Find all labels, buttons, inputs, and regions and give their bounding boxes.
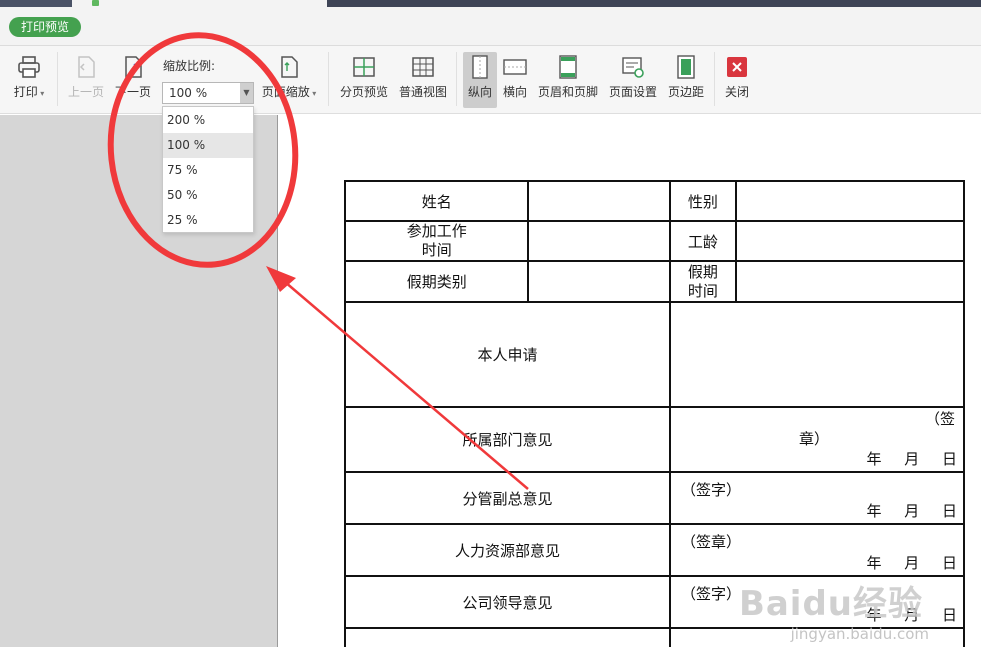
title-strip: 打印预览 (0, 0, 981, 46)
header-footer-icon (555, 54, 581, 80)
leave-type-label: 假期类别 (343, 260, 530, 303)
seniority-field[interactable] (734, 220, 966, 262)
leave-time-field[interactable] (734, 260, 966, 303)
print-preview-badge[interactable]: 打印预览 (9, 17, 82, 37)
vp-date: 年 月 日 (866, 502, 957, 520)
page-break-icon (351, 54, 377, 80)
close-icon (724, 54, 750, 80)
dept-date: 年 月 日 (866, 450, 957, 468)
zoom-option-200[interactable]: 200 % (163, 108, 253, 133)
dept-opinion-label: 所属部门意见 (344, 406, 671, 473)
page-setup-icon (620, 54, 646, 80)
normal-view-button[interactable]: 普通视图 (398, 54, 448, 99)
self-apply-field[interactable] (668, 301, 966, 408)
dept-signature-hint-2: 章） (798, 430, 829, 448)
prev-page-icon (73, 54, 99, 80)
grid-icon (410, 54, 436, 80)
separator (714, 52, 715, 106)
zoom-option-75[interactable]: 75 % (163, 158, 253, 183)
name-field[interactable] (527, 180, 671, 222)
portrait-button[interactable]: 纵向 (463, 52, 497, 108)
zoom-label: 缩放比例: (163, 59, 216, 73)
work-start-label: 参加工作 时间 (343, 220, 530, 262)
print-label: 打印 (13, 85, 38, 99)
print-preview-toolbar: 打印 ▾ 上一页 下一页 缩放比例: 100 % ▼ 页面缩放 ▾ 分页预览 普… (0, 46, 981, 114)
prev-page-label: 上一页 (67, 85, 104, 99)
portrait-page-icon (467, 54, 493, 80)
dept-opinion-field[interactable]: （签 章） 年 月 日 (668, 406, 966, 473)
next-page-icon (120, 54, 146, 80)
work-start-field[interactable] (527, 220, 671, 262)
margins-button[interactable]: 页边距 (667, 54, 705, 99)
zoom-value: 100 % (169, 86, 208, 100)
separator (57, 52, 58, 106)
page-setup-label: 页面设置 (608, 85, 657, 99)
header-footer-button[interactable]: 页眉和页脚 (537, 54, 599, 99)
close-label: 关闭 (724, 85, 749, 99)
header-footer-label: 页眉和页脚 (537, 85, 598, 99)
page-zoom-label: 页面缩放 (261, 85, 310, 99)
self-apply-label: 本人申请 (344, 301, 671, 408)
next-page-label: 下一页 (114, 85, 151, 99)
print-button[interactable]: 打印 ▾ (11, 54, 47, 101)
landscape-page-icon (502, 54, 528, 80)
dept-signature-hint: （签 (924, 410, 955, 428)
leader-opinion-label: 公司领导意见 (344, 575, 671, 629)
page-preview-label: 分页预览 (339, 85, 388, 99)
gender-label: 性别 (668, 180, 737, 222)
vp-signature-hint: （签字） (680, 481, 741, 499)
name-label: 姓名 (343, 180, 530, 222)
vp-opinion-field[interactable]: （签字） 年 月 日 (668, 471, 966, 525)
portrait-label: 纵向 (467, 85, 492, 99)
page-zoom-icon (276, 54, 302, 80)
zoom-option-25[interactable]: 25 % (163, 208, 253, 233)
gender-field[interactable] (734, 180, 966, 222)
hr-opinion-label: 人力资源部意见 (344, 523, 671, 577)
leave-time-label: 假期 时间 (668, 260, 737, 303)
tab-bar-right (327, 0, 981, 7)
zoom-dropdown: 200 % 100 % 75 % 50 % 25 % (162, 106, 254, 233)
zoom-select[interactable]: 100 % ▼ (162, 82, 254, 104)
leave-type-field[interactable] (527, 260, 671, 303)
printer-icon (16, 54, 42, 80)
table-row (344, 627, 671, 647)
separator (456, 52, 457, 106)
zoom-option-50[interactable]: 50 % (163, 183, 253, 208)
zoom-option-100[interactable]: 100 % (163, 133, 253, 158)
chevron-down-icon[interactable]: ▼ (240, 83, 253, 103)
baidu-watermark-url: jingyan.baidu.com (790, 625, 929, 643)
vp-opinion-label: 分管副总意见 (344, 471, 671, 525)
page-setup-button[interactable]: 页面设置 (608, 54, 658, 99)
close-button[interactable]: 关闭 (723, 54, 751, 99)
landscape-label: 横向 (502, 85, 527, 99)
page-zoom-button[interactable]: 页面缩放 ▾ (260, 54, 318, 101)
tab-indicator (92, 0, 99, 6)
baidu-watermark-logo: Baidu经验 (738, 584, 923, 624)
hr-date: 年 月 日 (866, 554, 957, 572)
page-preview-button[interactable]: 分页预览 (339, 54, 389, 99)
next-page-button[interactable]: 下一页 (114, 54, 152, 99)
hr-signature-hint: （签章） (680, 533, 741, 551)
landscape-button[interactable]: 横向 (501, 54, 529, 99)
seniority-label: 工龄 (668, 220, 737, 262)
separator (328, 52, 329, 106)
leader-signature-hint: （签字） (680, 585, 741, 603)
hr-opinion-field[interactable]: （签章） 年 月 日 (668, 523, 966, 577)
margins-label: 页边距 (667, 85, 704, 99)
prev-page-button[interactable]: 上一页 (67, 54, 105, 99)
margins-icon (673, 54, 699, 80)
tab-bar-left (0, 0, 72, 7)
normal-view-label: 普通视图 (398, 85, 447, 99)
